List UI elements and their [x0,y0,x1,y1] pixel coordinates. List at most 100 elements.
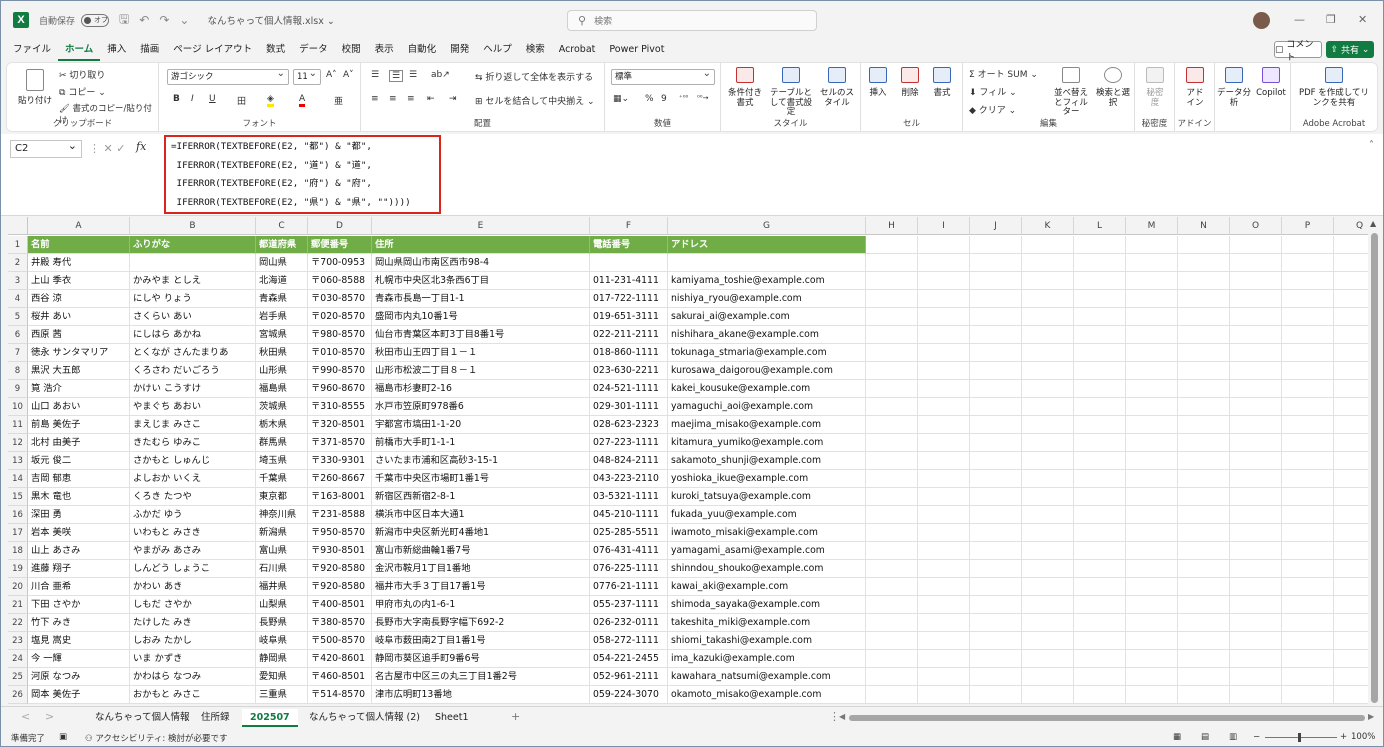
table-cell[interactable] [1282,488,1334,506]
table-cell[interactable] [918,506,970,524]
table-cell[interactable] [970,398,1022,416]
table-cell[interactable]: 西谷 涼 [28,290,130,308]
table-cell[interactable] [1126,686,1178,704]
header-cell[interactable] [866,236,918,254]
table-cell[interactable] [1334,668,1368,686]
row-header[interactable]: 14 [8,470,28,488]
table-cell[interactable] [970,380,1022,398]
align-bottom-icon[interactable]: ☰ [409,70,417,80]
table-cell[interactable]: 048-824-2111 [590,452,668,470]
table-cell[interactable] [1022,452,1074,470]
table-cell[interactable]: 川合 亜希 [28,578,130,596]
table-cell[interactable]: かみやま としえ [130,272,256,290]
table-cell[interactable] [1230,308,1282,326]
align-left-icon[interactable]: ≡ [371,94,379,104]
table-cell[interactable] [1334,560,1368,578]
table-cell[interactable] [1178,362,1230,380]
table-cell[interactable] [970,416,1022,434]
table-cell[interactable] [1178,632,1230,650]
align-center-icon[interactable]: ≡ [389,94,397,104]
table-cell[interactable]: tokunaga_stmaria@example.com [668,344,866,362]
table-cell[interactable]: 岡山県 [256,254,308,272]
column-header-k[interactable]: K [1022,217,1074,235]
header-cell[interactable] [918,236,970,254]
table-cell[interactable] [918,686,970,704]
table-cell[interactable]: 石川県 [256,560,308,578]
table-cell[interactable]: 愛知県 [256,668,308,686]
table-cell[interactable]: 〒020-8570 [308,308,372,326]
table-cell[interactable] [1230,506,1282,524]
select-all-corner[interactable] [8,217,28,235]
addin-button[interactable]: アド イン [1179,67,1211,108]
table-cell[interactable] [866,632,918,650]
table-cell[interactable]: 〒371-8570 [308,434,372,452]
header-cell[interactable] [1230,236,1282,254]
table-cell[interactable] [1178,668,1230,686]
table-cell[interactable] [1178,560,1230,578]
table-cell[interactable] [1230,398,1282,416]
table-cell[interactable] [1334,488,1368,506]
table-cell[interactable] [1022,380,1074,398]
table-cell[interactable] [1178,434,1230,452]
table-cell[interactable]: 024-521-1111 [590,380,668,398]
clear-button[interactable]: ◆ クリア ⌄ [969,103,1016,116]
table-cell[interactable]: しもだ さやか [130,596,256,614]
table-cell[interactable] [1282,272,1334,290]
row-header[interactable]: 8 [8,362,28,380]
table-cell[interactable] [1022,686,1074,704]
table-cell[interactable]: 059-224-3070 [590,686,668,704]
table-cell[interactable]: きたむら ゆみこ [130,434,256,452]
page-break-icon[interactable]: ▥ [1229,732,1237,742]
normal-view-icon[interactable]: ▦ [1173,732,1181,742]
row-header[interactable]: 5 [8,308,28,326]
column-header-b[interactable]: B [130,217,256,235]
table-cell[interactable] [866,668,918,686]
table-cell[interactable] [1126,596,1178,614]
header-cell[interactable] [1334,236,1368,254]
table-cell[interactable] [1178,524,1230,542]
table-cell[interactable]: 東京都 [256,488,308,506]
table-cell[interactable]: 甲府市丸の内1-6-1 [372,596,590,614]
increase-decimal-icon[interactable]: ⁺⁰⁰ [679,94,688,102]
table-cell[interactable] [1282,434,1334,452]
table-cell[interactable] [1126,416,1178,434]
table-cell[interactable]: やまぐち あおい [130,398,256,416]
data-analysis-button[interactable]: データ分析 [1217,67,1251,108]
table-cell[interactable] [1022,326,1074,344]
table-cell[interactable]: さくらい あい [130,308,256,326]
table-cell[interactable] [1178,290,1230,308]
table-cell[interactable] [1230,686,1282,704]
row-header[interactable]: 9 [8,380,28,398]
comment-button[interactable]: ▢ コメント [1274,40,1322,63]
table-cell[interactable] [918,290,970,308]
table-cell[interactable]: 前橋市大手町1-1-1 [372,434,590,452]
table-cell[interactable] [866,650,918,668]
table-cell[interactable] [1282,650,1334,668]
phonetic-icon[interactable]: 亜 [334,94,343,107]
collapse-formula-icon[interactable]: ˄ [1369,140,1374,151]
column-header-q[interactable]: Q [1334,217,1368,235]
column-header-f[interactable]: F [590,217,668,235]
table-cell[interactable] [970,542,1022,560]
table-cell[interactable]: くろさわ だいごろう [130,362,256,380]
table-cell[interactable] [1126,308,1178,326]
table-cell[interactable] [1178,578,1230,596]
table-cell[interactable] [1334,506,1368,524]
table-cell[interactable] [1282,362,1334,380]
table-cell[interactable]: fukada_yuu@example.com [668,506,866,524]
table-cell[interactable]: 〒380-8570 [308,614,372,632]
table-cell[interactable] [1074,524,1126,542]
menu-tab-13[interactable]: Acrobat [552,39,603,61]
table-cell[interactable] [1178,650,1230,668]
table-cell[interactable]: 三重県 [256,686,308,704]
table-cell[interactable]: 山口 あおい [28,398,130,416]
table-cell[interactable]: 0776-21-1111 [590,578,668,596]
table-cell[interactable] [1074,452,1126,470]
table-cell[interactable] [1282,596,1334,614]
currency-icon[interactable]: ▦⌄ [613,94,629,104]
table-cell[interactable]: 028-623-2323 [590,416,668,434]
table-cell[interactable]: 深田 勇 [28,506,130,524]
table-cell[interactable] [1022,506,1074,524]
table-cell[interactable] [1178,344,1230,362]
table-cell[interactable]: 新宿区西新宿2-8-1 [372,488,590,506]
